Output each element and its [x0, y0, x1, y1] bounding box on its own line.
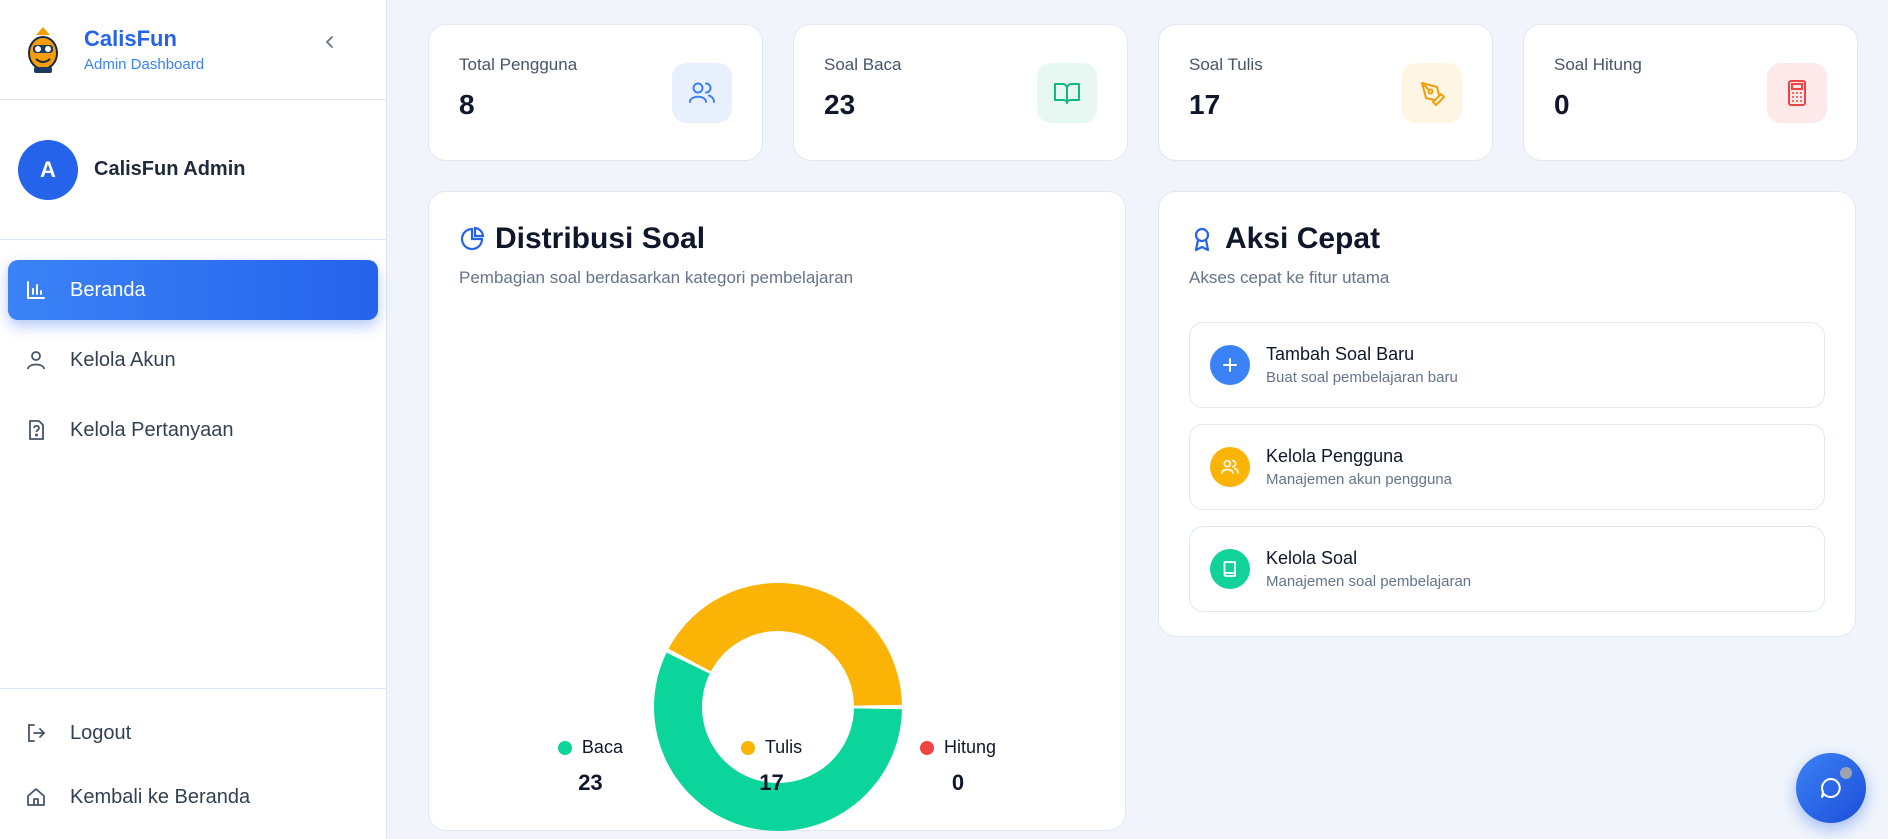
legend-label: Baca: [581, 737, 623, 757]
award-icon: [1189, 226, 1215, 252]
sidebar-nav: Beranda Kelola Akun Kelola Pertanyaan: [0, 240, 386, 490]
legend-item-tulis: Tulis 17: [740, 737, 803, 796]
stat-card-total-pengguna: Total Pengguna 8: [428, 24, 763, 161]
stat-card-soal-tulis: Soal Tulis 17: [1158, 24, 1493, 161]
stat-card-soal-hitung: Soal Hitung 0: [1523, 24, 1858, 161]
chat-icon: [1821, 778, 1841, 798]
user-icon: [24, 348, 48, 372]
avatar: A: [18, 139, 78, 200]
book-open-icon: [1037, 63, 1097, 123]
legend-value: 0: [951, 770, 965, 795]
legend-item-hitung: Hitung 0: [920, 737, 996, 796]
user-profile: A CalisFun Admin: [0, 100, 386, 240]
stat-card-soal-baca: Soal Baca 23: [793, 24, 1128, 161]
sidebar: CalisFun Admin Dashboard A CalisFun Admi…: [0, 0, 387, 839]
brand-name: CalisFun: [84, 26, 177, 51]
legend-value: 23: [578, 770, 603, 795]
logout-label: Logout: [70, 721, 132, 744]
distribution-subtitle: Pembagian soal berdasarkan kategori pemb…: [459, 268, 854, 287]
calculator-icon: [1767, 63, 1827, 123]
quick-actions-title: Aksi Cepat: [1225, 222, 1381, 255]
donut-chart: [654, 583, 902, 832]
action-subtitle: Buat soal pembelajaran baru: [1266, 369, 1458, 386]
sidebar-item-label: Kelola Pertanyaan: [70, 418, 234, 441]
chart-legend: Baca 23 Tulis 17 Hitung 0: [429, 737, 1125, 796]
plus-icon: [1210, 345, 1250, 385]
chat-fab-button[interactable]: [1796, 753, 1866, 823]
back-home-label: Kembali ke Beranda: [70, 785, 251, 808]
sidebar-item-label: Beranda: [70, 278, 146, 301]
action-title: Tambah Soal Baru: [1266, 344, 1415, 364]
legend-value: 17: [759, 770, 784, 795]
action-kelola-soal[interactable]: Kelola Soal Manajemen soal pembelajaran: [1189, 526, 1825, 612]
users-icon: [672, 63, 732, 123]
sidebar-item-kelola-akun[interactable]: Kelola Akun: [8, 330, 378, 390]
action-title: Kelola Pengguna: [1266, 446, 1404, 466]
back-home-button[interactable]: Kembali ke Beranda: [8, 767, 378, 827]
logout-icon: [24, 721, 48, 745]
sidebar-item-beranda[interactable]: Beranda: [8, 260, 378, 320]
action-title: Kelola Soal: [1266, 548, 1358, 568]
pen-tool-icon: [1402, 63, 1462, 123]
distribution-panel: Distribusi Soal Pembagian soal berdasark…: [428, 191, 1126, 832]
book-icon: [1210, 549, 1250, 589]
brand-subtitle: Admin Dashboard: [84, 56, 205, 73]
sidebar-item-kelola-pertanyaan[interactable]: Kelola Pertanyaan: [8, 400, 378, 460]
notification-badge: [1840, 767, 1852, 779]
quick-actions-panel: Aksi Cepat Akses cepat ke fitur utama Ta…: [1158, 191, 1856, 637]
bar-chart-icon: [24, 278, 48, 302]
sidebar-footer: Logout Kembali ke Beranda: [0, 688, 386, 839]
brand-header: CalisFun Admin Dashboard: [0, 0, 386, 100]
legend-label: Tulis: [764, 737, 803, 757]
quick-actions-subtitle: Akses cepat ke fitur utama: [1189, 268, 1390, 287]
question-file-icon: [24, 418, 48, 442]
legend-dot: [557, 740, 572, 755]
action-tambah-soal[interactable]: Tambah Soal Baru Buat soal pembelajaran …: [1189, 322, 1825, 408]
chevron-left-icon: [325, 36, 333, 48]
users-icon: [1210, 447, 1250, 487]
legend-dot: [740, 740, 755, 755]
action-kelola-pengguna[interactable]: Kelola Pengguna Manajemen akun pengguna: [1189, 424, 1825, 510]
sidebar-item-label: Kelola Akun: [70, 348, 176, 371]
legend-dot: [920, 740, 935, 755]
legend-item-baca: Baca 23: [557, 737, 623, 796]
action-subtitle: Manajemen akun pengguna: [1266, 471, 1452, 488]
pie-chart-icon: [459, 226, 485, 252]
calisfun-logo-icon: [28, 26, 58, 73]
collapse-sidebar-button[interactable]: [318, 30, 342, 54]
home-icon: [24, 785, 48, 809]
user-name: CalisFun Admin: [94, 158, 246, 180]
logout-button[interactable]: Logout: [8, 703, 378, 763]
legend-label: Hitung: [944, 737, 997, 757]
distribution-title: Distribusi Soal: [495, 222, 706, 255]
action-subtitle: Manajemen soal pembelajaran: [1266, 573, 1472, 590]
